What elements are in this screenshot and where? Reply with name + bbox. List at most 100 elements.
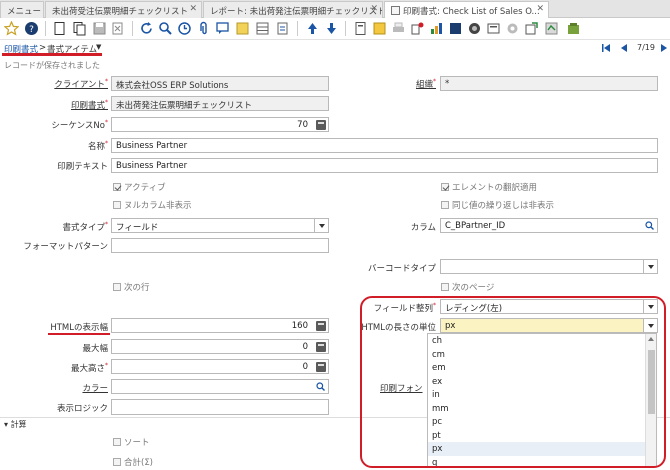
tab-menu[interactable]: メニュー: [0, 1, 44, 18]
calculator-icon[interactable]: [316, 321, 326, 331]
help-icon[interactable]: ?: [24, 21, 39, 36]
active-checkbox[interactable]: アクティブ: [113, 181, 166, 193]
chevron-down-icon[interactable]: [314, 219, 328, 232]
column-field[interactable]: C_BPartner_ID: [440, 218, 658, 233]
close-window-icon[interactable]: [566, 21, 581, 36]
request-icon[interactable]: [467, 21, 482, 36]
search-icon[interactable]: [316, 382, 325, 391]
previous-record-icon[interactable]: [620, 44, 628, 52]
max-height-field[interactable]: 0: [111, 359, 329, 374]
tab-sales-order-checklist[interactable]: 未出荷受注伝票明細チェックリスト ✕: [45, 1, 202, 18]
label-text: フィールド整列: [373, 304, 433, 314]
scroll-thumb[interactable]: [648, 350, 655, 414]
search-icon[interactable]: [645, 221, 654, 230]
note-icon[interactable]: [235, 21, 250, 36]
attachment-icon[interactable]: [196, 21, 211, 36]
format-pattern-label: フォーマットパターン: [23, 242, 108, 252]
dropdown-scrollbar[interactable]: [645, 334, 656, 466]
close-icon[interactable]: ✕: [370, 4, 378, 14]
checkbox-box[interactable]: [113, 438, 121, 446]
chat-icon[interactable]: [215, 21, 230, 36]
chevron-down-icon[interactable]: [643, 319, 657, 332]
format-pattern-field[interactable]: [111, 238, 329, 253]
dropdown-option-pt[interactable]: pt: [428, 429, 656, 443]
checkbox-box[interactable]: [113, 283, 121, 291]
dropdown-option-ch[interactable]: ch: [428, 334, 656, 348]
field-alignment-select[interactable]: レディング(左): [440, 299, 658, 314]
dropdown-option-ex[interactable]: ex: [428, 375, 656, 389]
workflow-icon[interactable]: [448, 21, 463, 36]
dropdown-option-in[interactable]: in: [428, 388, 656, 402]
dropdown-option-mm[interactable]: mm: [428, 402, 656, 416]
null-suppress-checkbox[interactable]: ヌルカラム非表示: [113, 199, 192, 211]
tab-print-format[interactable]: 印刷書式: Check List of Sales O... ✕: [384, 1, 549, 19]
archive-icon[interactable]: [372, 21, 387, 36]
new-record-icon[interactable]: [52, 21, 67, 36]
zoom-across-icon[interactable]: [410, 21, 425, 36]
chevron-down-icon[interactable]: [643, 260, 657, 273]
export-icon[interactable]: [524, 21, 539, 36]
calculator-icon[interactable]: [316, 120, 326, 130]
display-logic-field[interactable]: [111, 399, 329, 415]
print-text-field[interactable]: Business Partner: [111, 158, 658, 173]
next-page-checkbox[interactable]: 次のページ: [441, 281, 494, 293]
next-line-checkbox[interactable]: 次の行: [113, 281, 150, 293]
first-record-icon[interactable]: [602, 44, 610, 52]
html-unit-select[interactable]: px: [440, 318, 658, 333]
dropdown-option-pc[interactable]: pc: [428, 415, 656, 429]
dropdown-option-px[interactable]: px: [428, 442, 656, 456]
history-icon[interactable]: [177, 21, 192, 36]
calculator-icon[interactable]: [316, 362, 326, 372]
color-field[interactable]: [111, 379, 329, 394]
report-icon[interactable]: [353, 21, 368, 36]
max-width-field[interactable]: 0: [111, 339, 329, 354]
checkbox-box[interactable]: [113, 183, 121, 191]
dropdown-option-em[interactable]: em: [428, 361, 656, 375]
unit-dropdown-list[interactable]: ch cm em ex in mm pc pt px q: [427, 333, 657, 467]
barcode-type-select[interactable]: [440, 259, 658, 274]
calculator-icon[interactable]: [316, 342, 326, 352]
translate-checkbox[interactable]: エレメントの翻訳適用: [441, 181, 537, 193]
checkbox-box[interactable]: [113, 201, 121, 209]
caret-down-icon[interactable]: ▼: [96, 43, 101, 51]
find-icon[interactable]: [158, 21, 173, 36]
barcode-type-label: バーコードタイプ: [367, 264, 436, 274]
checkbox-label: 合計(Σ): [124, 458, 154, 468]
checkbox-box[interactable]: [441, 183, 449, 191]
dropdown-option-cm[interactable]: cm: [428, 348, 656, 362]
star-icon[interactable]: [4, 21, 19, 36]
dropdown-option-q[interactable]: q: [428, 456, 656, 467]
close-icon[interactable]: ✕: [536, 4, 544, 14]
copy-record-icon[interactable]: [72, 21, 87, 36]
checkbox-box[interactable]: [113, 458, 121, 466]
parent-record-icon[interactable]: [275, 21, 290, 36]
print-format-field: 未出荷発注伝票明細チェックリスト: [111, 96, 329, 111]
label-text: 名称: [87, 142, 105, 152]
print-icon[interactable]: [391, 21, 406, 36]
arrow-down-icon[interactable]: [324, 21, 339, 36]
suppress-repeats-checkbox[interactable]: 同じ値の繰り返しは非表示: [441, 199, 554, 211]
sequence-field[interactable]: 70: [111, 117, 329, 132]
checkbox-box[interactable]: [441, 201, 449, 209]
delete-icon[interactable]: [110, 21, 125, 36]
name-field[interactable]: Business Partner: [111, 138, 658, 153]
required-mark: *: [105, 78, 108, 85]
total-checkbox[interactable]: 合計(Σ): [113, 456, 153, 468]
save-icon[interactable]: [92, 21, 107, 36]
settings-icon[interactable]: [505, 21, 520, 36]
format-type-select[interactable]: フィールド: [111, 218, 329, 233]
chevron-down-icon[interactable]: [643, 300, 657, 313]
process-icon[interactable]: [544, 21, 559, 36]
html-width-field[interactable]: 160: [111, 318, 329, 333]
grid-toggle-icon[interactable]: [255, 21, 270, 36]
scroll-up-icon[interactable]: [648, 337, 654, 341]
close-icon[interactable]: ✕: [189, 4, 197, 14]
tab-report[interactable]: レポート: 未出荷発注伝票明細チェックリスト ✕: [203, 1, 383, 18]
product-info-icon[interactable]: [486, 21, 501, 36]
chart-icon[interactable]: [429, 21, 444, 36]
sort-checkbox[interactable]: ソート: [113, 436, 150, 448]
next-record-icon[interactable]: [660, 44, 668, 52]
arrow-up-icon[interactable]: [305, 21, 320, 36]
checkbox-box[interactable]: [441, 283, 449, 291]
refresh-icon[interactable]: [139, 21, 154, 36]
